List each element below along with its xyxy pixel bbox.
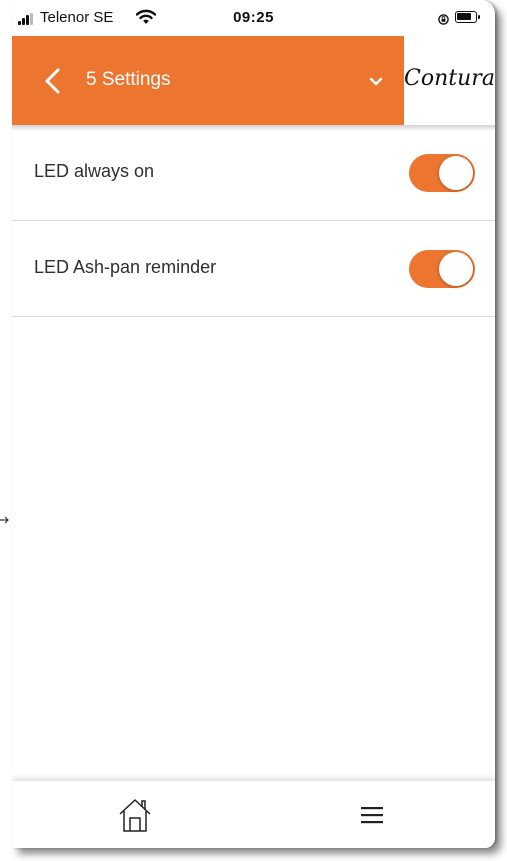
led-ash-pan-reminder-toggle[interactable] [409, 250, 475, 288]
rotation-lock-icon [438, 12, 449, 25]
led-always-on-toggle[interactable] [409, 154, 475, 192]
contura-logo: Contura [404, 66, 495, 91]
battery-icon [455, 11, 480, 23]
home-icon[interactable] [118, 797, 152, 833]
back-chevron-icon[interactable] [40, 66, 68, 96]
setting-row-led-always-on: LED always on [12, 125, 495, 221]
toggle-knob [439, 252, 473, 286]
settings-list: LED always on LED Ash-pan reminder [12, 125, 495, 317]
brand-area: Contura [404, 36, 495, 125]
toggle-knob [439, 156, 473, 190]
phone-screen: Telenor SE 09:25 5 Settings Contura LED … [12, 0, 495, 848]
header-bar: 5 Settings [12, 36, 404, 125]
header-shadow [12, 125, 495, 131]
clock-time: 09:25 [233, 9, 274, 26]
menu-icon[interactable] [359, 804, 385, 826]
app-header: 5 Settings Contura [12, 36, 495, 125]
bottom-tab-bar [12, 781, 495, 848]
page-title[interactable]: 5 Settings [86, 69, 171, 91]
chevron-down-icon[interactable] [368, 73, 384, 89]
status-bar: Telenor SE 09:25 [12, 0, 495, 36]
setting-label: LED Ash-pan reminder [34, 257, 217, 277]
setting-label: LED always on [34, 161, 155, 181]
setting-row-led-ash-pan-reminder: LED Ash-pan reminder [12, 221, 495, 317]
screenshot-canvas: Telenor SE 09:25 5 Settings Contura LED … [0, 0, 507, 861]
arrow-marker-icon [0, 510, 10, 530]
